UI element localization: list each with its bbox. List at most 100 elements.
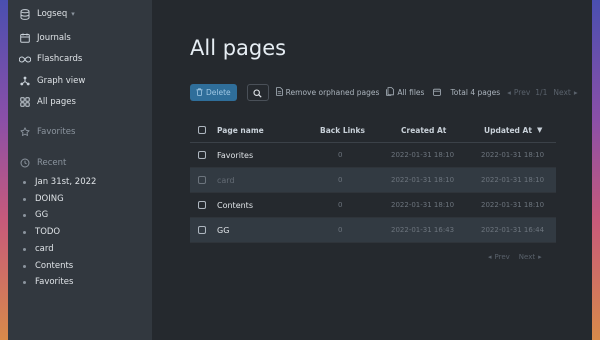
graph-icon bbox=[19, 75, 31, 87]
calendar-icon bbox=[433, 88, 442, 98]
chevron-right-icon: ▸ bbox=[573, 88, 578, 97]
page-name-link[interactable]: Contents bbox=[217, 193, 253, 217]
remove-orphaned-label: Remove orphaned pages bbox=[285, 88, 380, 97]
column-created-at[interactable]: Created At bbox=[401, 118, 446, 142]
recent-item[interactable]: card bbox=[8, 240, 54, 258]
backlinks-count: 0 bbox=[338, 151, 343, 159]
favorites-section-header[interactable]: Favorites bbox=[8, 123, 75, 141]
sidebar-item-all-pages[interactable]: All pages bbox=[8, 93, 76, 111]
table-row[interactable]: Contents 0 2022-01-31 18:10 2022-01-31 1… bbox=[190, 193, 556, 218]
calendar-icon bbox=[19, 32, 31, 44]
total-pages-label: Total 4 pages bbox=[450, 88, 501, 97]
sidebar-item-label: Flashcards bbox=[37, 54, 83, 64]
remove-orphaned-pages-button[interactable]: Remove orphaned pages bbox=[275, 87, 380, 98]
recent-item-label: TODO bbox=[35, 227, 61, 237]
chevron-down-icon: ▾ bbox=[71, 10, 75, 18]
recent-item[interactable]: TODO bbox=[8, 223, 60, 241]
infinity-icon bbox=[19, 53, 31, 65]
recent-item[interactable]: GG bbox=[8, 206, 48, 224]
row-checkbox[interactable] bbox=[198, 143, 206, 167]
sort-desc-icon: ▼ bbox=[536, 126, 543, 134]
bullet-icon bbox=[23, 180, 26, 184]
star-icon bbox=[19, 126, 31, 138]
bullet-icon bbox=[23, 230, 26, 234]
updated-at: 2022-01-31 16:44 bbox=[481, 226, 545, 234]
graph-name: Logseq bbox=[37, 9, 68, 19]
page-name-link[interactable]: Favorites bbox=[217, 143, 253, 167]
updated-at: 2022-01-31 18:10 bbox=[481, 176, 545, 184]
total-pages-count: Total 4 pages bbox=[450, 88, 500, 97]
select-all-checkbox[interactable] bbox=[198, 118, 206, 142]
delete-button[interactable]: Delete bbox=[190, 84, 237, 101]
recent-item-label: GG bbox=[35, 210, 49, 220]
backlinks-count: 0 bbox=[338, 176, 343, 184]
pages-icon bbox=[19, 96, 31, 108]
file-icon bbox=[275, 87, 283, 98]
updated-at: 2022-01-31 18:10 bbox=[481, 151, 545, 159]
bullet-icon bbox=[23, 213, 26, 217]
backlinks-count: 0 bbox=[338, 226, 343, 234]
journals-filter-button[interactable] bbox=[433, 88, 442, 98]
recent-item-label: Jan 31st, 2022 bbox=[35, 177, 97, 187]
created-at: 2022-01-31 16:43 bbox=[391, 226, 455, 234]
updated-at: 2022-01-31 18:10 bbox=[481, 201, 545, 209]
sidebar-item-graph-view[interactable]: Graph view bbox=[8, 72, 85, 90]
table-row[interactable]: Favorites 0 2022-01-31 18:10 2022-01-31 … bbox=[190, 143, 556, 168]
prev-label: Prev bbox=[513, 88, 531, 97]
recent-item-label: DOING bbox=[35, 194, 64, 204]
recent-item-label: Contents bbox=[35, 261, 74, 271]
row-checkbox[interactable] bbox=[198, 218, 206, 242]
bottom-prev-button[interactable]: Prev bbox=[495, 253, 510, 261]
created-at: 2022-01-31 18:10 bbox=[391, 176, 455, 184]
column-updated-at[interactable]: Updated At ▼ bbox=[484, 118, 542, 142]
sidebar-item-label: Journals bbox=[37, 33, 71, 43]
bullet-icon bbox=[23, 280, 26, 284]
search-button[interactable] bbox=[246, 83, 269, 102]
recent-item-label: card bbox=[35, 244, 54, 254]
prev-page-button[interactable]: ◂ Prev bbox=[507, 88, 530, 97]
main-content: All pages Delete Remove orphaned pages A… bbox=[152, 0, 592, 340]
sidebar-item-flashcards[interactable]: Flashcards bbox=[8, 50, 82, 68]
trash-icon bbox=[196, 87, 203, 98]
chevron-left-icon: ◂ bbox=[507, 88, 511, 97]
delete-button-label: Delete bbox=[206, 88, 231, 97]
history-icon bbox=[19, 157, 31, 169]
recent-section-header[interactable]: Recent bbox=[8, 154, 66, 172]
row-checkbox[interactable] bbox=[198, 168, 206, 192]
left-sidebar: Logseq ▾ Journals Flashcards Graph view bbox=[8, 0, 152, 340]
page-name-link[interactable]: GG bbox=[217, 218, 229, 242]
chevron-left-icon: ◂ bbox=[488, 253, 492, 261]
created-at: 2022-01-31 18:10 bbox=[391, 151, 455, 159]
page-indicator: 1/1 bbox=[535, 88, 548, 97]
app-window: Logseq ▾ Journals Flashcards Graph view bbox=[8, 0, 592, 340]
favorites-label: Favorites bbox=[37, 127, 76, 137]
recent-item[interactable]: Favorites bbox=[8, 273, 73, 291]
graph-selector[interactable]: Logseq ▾ bbox=[8, 5, 75, 23]
all-files-label: All files bbox=[397, 88, 425, 97]
search-icon bbox=[253, 83, 262, 102]
recent-label: Recent bbox=[37, 158, 67, 168]
table-row[interactable]: GG 0 2022-01-31 16:43 2022-01-31 16:44 bbox=[190, 218, 556, 243]
sidebar-item-label: All pages bbox=[37, 97, 76, 107]
database-icon bbox=[19, 8, 31, 20]
sidebar-item-journals[interactable]: Journals bbox=[8, 29, 71, 47]
chevron-right-icon: ▸ bbox=[538, 253, 542, 261]
files-icon bbox=[386, 87, 395, 98]
sidebar-item-label: Graph view bbox=[37, 76, 86, 86]
recent-item[interactable]: Jan 31st, 2022 bbox=[8, 173, 96, 191]
table-row[interactable]: card 0 2022-01-31 18:10 2022-01-31 18:10 bbox=[190, 168, 556, 193]
column-back-links[interactable]: Back Links bbox=[320, 118, 365, 142]
page-name-link[interactable]: card bbox=[217, 168, 235, 192]
next-label: Next bbox=[553, 88, 571, 97]
table-header: Page name Back Links Created At Updated … bbox=[190, 118, 556, 143]
recent-item-label: Favorites bbox=[35, 277, 74, 287]
all-files-button[interactable]: All files bbox=[386, 87, 424, 98]
column-page-name[interactable]: Page name bbox=[217, 118, 264, 142]
row-checkbox[interactable] bbox=[198, 193, 206, 217]
bottom-pagination: ◂ Prev Next ▸ bbox=[488, 253, 542, 261]
all-pages-toolbar: Delete Remove orphaned pages All files T… bbox=[190, 84, 578, 101]
next-page-button[interactable]: Next ▸ bbox=[553, 88, 577, 97]
created-at: 2022-01-31 18:10 bbox=[391, 201, 455, 209]
updated-at-label: Updated At bbox=[484, 125, 532, 135]
bottom-next-button[interactable]: Next bbox=[519, 253, 535, 261]
